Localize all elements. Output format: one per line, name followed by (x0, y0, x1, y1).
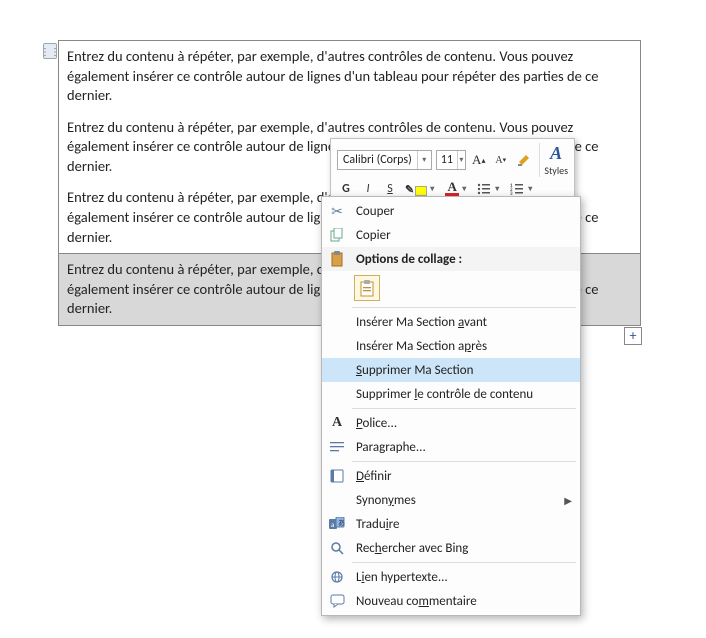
book-icon (326, 466, 348, 486)
mini-toolbar: Calibri (Corps) ▾ 11 ▾ A▴ A▾ A Styles G … (330, 138, 575, 204)
link-icon (326, 567, 348, 587)
styles-label: Styles (544, 164, 568, 177)
highlight-swatch (415, 186, 427, 196)
font-size-value: 11 (437, 153, 457, 167)
menu-new-comment[interactable]: Nouveau commentaire (322, 589, 580, 613)
grow-font-button[interactable]: A▴ (470, 150, 488, 170)
font-name-value: Calibri (Corps) (338, 153, 417, 167)
copy-icon (326, 225, 348, 245)
font-name-select[interactable]: Calibri (Corps) ▾ (337, 150, 432, 170)
svg-text:a: a (331, 520, 334, 529)
repeating-section[interactable]: Entrez du contenu à répéter, par exemple… (59, 41, 640, 112)
menu-font[interactable]: A Police... (322, 411, 580, 435)
shrink-font-button[interactable]: A▾ (492, 150, 510, 170)
font-color-letter: A (448, 182, 457, 192)
context-menu: ✂ Couper Copier Options de collage : Ins… (321, 196, 581, 616)
clipboard-icon (359, 279, 375, 297)
comment-icon (326, 591, 348, 611)
menu-delete-section[interactable]: Supprimer Ma Section (322, 358, 580, 382)
menu-synonyms[interactable]: Synonymes ▶ (322, 488, 580, 512)
clipboard-icon (326, 249, 348, 269)
menu-copy[interactable]: Copier (322, 223, 580, 247)
menu-define[interactable]: Définir (322, 464, 580, 488)
brush-icon (516, 152, 532, 168)
chevron-right-icon: ▶ (564, 494, 572, 507)
paste-option-keep-source[interactable] (354, 275, 380, 301)
add-section-button[interactable]: + (624, 327, 642, 345)
menu-cut[interactable]: ✂ Couper (322, 199, 580, 223)
font-icon: A (326, 413, 348, 433)
menu-separator (352, 562, 576, 563)
search-icon (326, 538, 348, 558)
menu-insert-section-after[interactable]: Insérer Ma Section après (322, 334, 580, 358)
section-handle[interactable]: ⋮⋮ (43, 43, 57, 59)
scissors-icon: ✂ (326, 201, 348, 221)
chevron-down-icon: ▾ (457, 151, 465, 169)
menu-separator (352, 461, 576, 462)
menu-separator (352, 408, 576, 409)
menu-hyperlink[interactable]: Lien hypertexte... (322, 565, 580, 589)
menu-delete-content-control[interactable]: Supprimer le contrôle de contenu (322, 382, 580, 406)
svg-text:3: 3 (510, 191, 513, 195)
menu-paragraph[interactable]: Paragraphe... (322, 435, 580, 459)
menu-translate[interactable]: aあ Traduire (322, 512, 580, 536)
menu-paste-options-header: Options de collage : (322, 247, 580, 271)
chevron-down-icon: ▾ (417, 151, 431, 169)
format-painter-button[interactable] (514, 150, 534, 170)
translate-icon: aあ (326, 514, 348, 534)
numbering-icon: 123 (510, 183, 524, 195)
paragraph-icon (326, 437, 348, 457)
menu-insert-section-before[interactable]: Insérer Ma Section avant (322, 310, 580, 334)
menu-search-bing[interactable]: Rechercher avec Bing (322, 536, 580, 560)
bullets-icon (477, 183, 491, 195)
menu-separator (352, 307, 576, 308)
font-size-select[interactable]: 11 ▾ (436, 150, 466, 170)
highlighter-icon: ✎ (405, 183, 414, 196)
paste-options-row (322, 271, 580, 305)
svg-text:あ: あ (338, 518, 345, 527)
styles-icon: A (550, 143, 562, 164)
styles-button[interactable]: A Styles (539, 143, 568, 177)
